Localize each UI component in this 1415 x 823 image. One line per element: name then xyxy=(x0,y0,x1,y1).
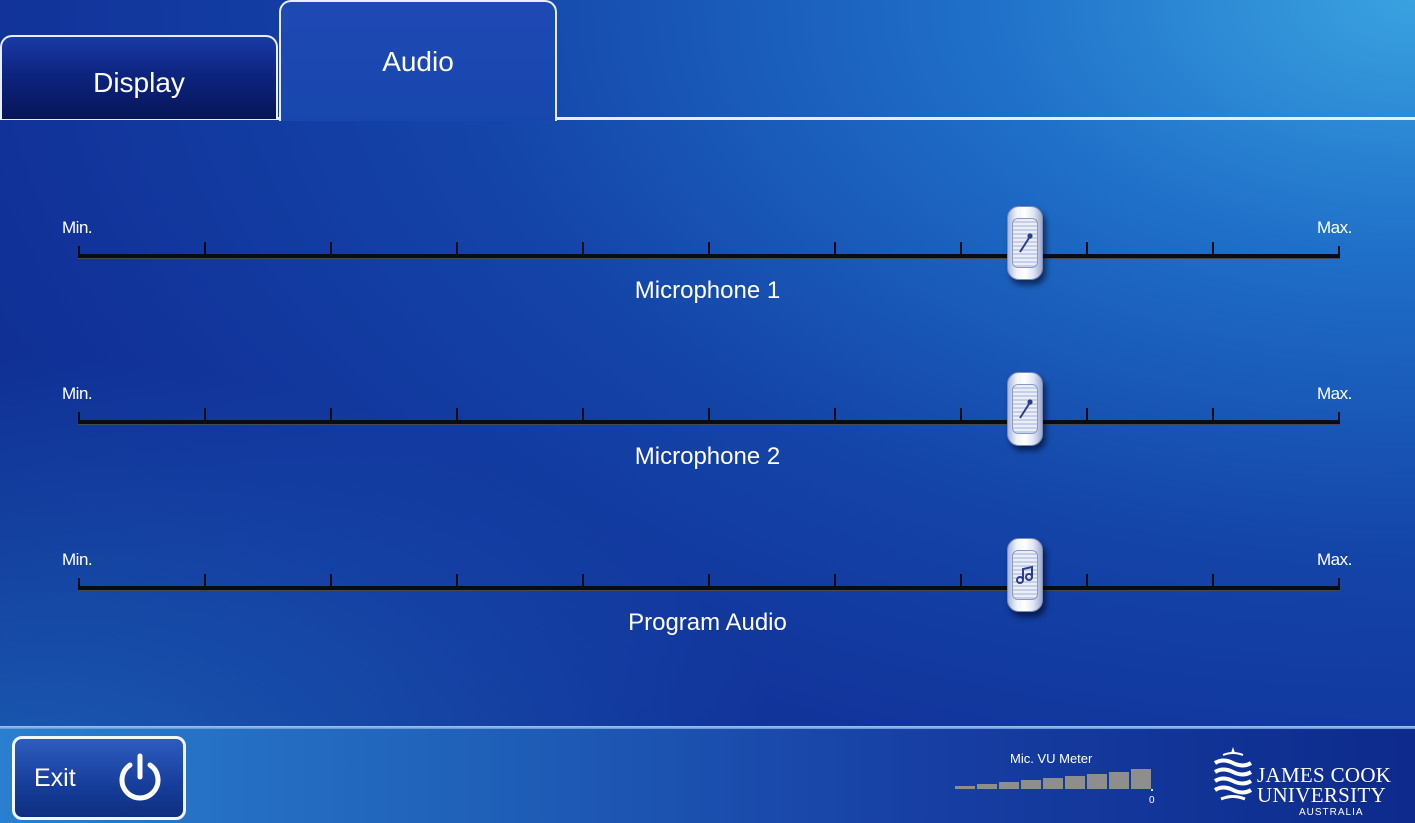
tab-display[interactable]: Display xyxy=(0,35,278,119)
slider-knob[interactable] xyxy=(1007,206,1043,280)
tab-display-label: Display xyxy=(93,67,185,98)
vu-zero-label: 0 xyxy=(1149,795,1155,806)
slider-ticks xyxy=(0,242,1415,258)
vu-segment xyxy=(999,782,1019,789)
slider-microphone-1: Min. Max. Microphone 1 xyxy=(0,206,1415,328)
exit-label: Exit xyxy=(34,763,76,792)
exit-button[interactable]: Exit xyxy=(12,736,186,820)
microphone-icon xyxy=(1019,233,1033,253)
music-notes-icon xyxy=(1016,565,1033,584)
microphone-icon xyxy=(1019,399,1033,419)
slider-program-audio: Min. Max. Program Audio xyxy=(0,538,1415,660)
logo-line-2: UNIVERSITY xyxy=(1257,783,1386,807)
vu-segment xyxy=(1021,780,1041,789)
slider-knob[interactable] xyxy=(1007,538,1043,612)
vu-segment xyxy=(1065,776,1085,789)
slider-name-label: Microphone 2 xyxy=(634,443,781,470)
vu-segment xyxy=(1043,778,1063,789)
vu-marker xyxy=(1151,789,1153,791)
university-crest-icon xyxy=(1213,747,1253,801)
logo-line-3: AUSTRALIA xyxy=(1299,807,1364,818)
vu-meter-bars xyxy=(955,769,1155,789)
vu-meter-title: Mic. VU Meter xyxy=(1010,751,1093,766)
slider-track[interactable] xyxy=(78,254,1340,259)
vu-segment xyxy=(1109,772,1129,789)
slider-min-label: Min. xyxy=(62,384,93,403)
slider-min-label: Min. xyxy=(62,218,93,237)
slider-name-label: Program Audio xyxy=(628,609,787,636)
knob-grip xyxy=(1012,550,1038,600)
slider-microphone-2: Min. Max. Microphone 2 xyxy=(0,372,1415,494)
vu-segment xyxy=(955,786,975,789)
vu-meter: Mic. VU Meter 0 xyxy=(955,751,1155,811)
slider-track[interactable] xyxy=(78,586,1340,591)
slider-max-label: Max. xyxy=(1317,550,1352,569)
slider-name-label: Microphone 1 xyxy=(634,277,781,304)
power-icon xyxy=(119,753,161,801)
vu-segment xyxy=(1087,774,1107,789)
tab-audio-cover xyxy=(281,116,555,121)
knob-grip xyxy=(1012,384,1038,434)
slider-max-label: Max. xyxy=(1317,218,1352,237)
slider-ticks xyxy=(0,574,1415,590)
slider-max-label: Max. xyxy=(1317,384,1352,403)
slider-knob[interactable] xyxy=(1007,372,1043,446)
vu-segment xyxy=(977,784,997,789)
slider-min-label: Min. xyxy=(62,550,93,569)
slider-track[interactable] xyxy=(78,420,1340,425)
vu-segment xyxy=(1131,769,1151,789)
tab-audio-label: Audio xyxy=(382,46,454,77)
knob-grip xyxy=(1012,218,1038,268)
bottom-bar xyxy=(0,729,1415,823)
tab-audio[interactable]: Audio xyxy=(279,0,557,121)
university-logo: JAMES COOK UNIVERSITY AUSTRALIA xyxy=(1213,745,1403,820)
slider-ticks xyxy=(0,408,1415,424)
